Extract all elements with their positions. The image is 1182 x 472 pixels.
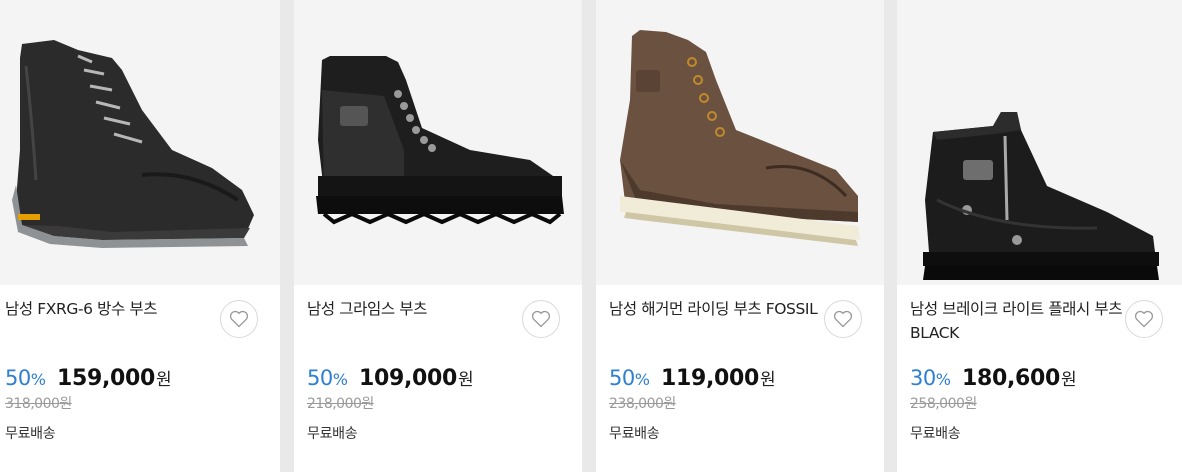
product-name[interactable]: 남성 브레이크 라이트 플래시 부츠 BLACK xyxy=(910,297,1125,345)
product-card[interactable]: 남성 FXRG-6 방수 부츠 50% 159,000 원 318,000원 무료… xyxy=(0,0,280,472)
sale-price: 159,000 xyxy=(56,366,156,391)
product-image[interactable] xyxy=(0,0,280,285)
original-price: 258,000원 xyxy=(910,396,977,412)
sale-price: 109,000 xyxy=(358,366,458,391)
price-row: 30% 180,600 원 xyxy=(910,365,1182,391)
currency-label: 원 xyxy=(458,370,474,390)
shipping-label: 무료배송 xyxy=(609,426,660,442)
boot-image-black-waterproof xyxy=(12,40,254,248)
shipping-label: 무료배송 xyxy=(910,426,961,442)
product-name[interactable]: 남성 해거먼 라이딩 부츠 FOSSIL xyxy=(609,297,824,345)
discount-percent: 50 xyxy=(5,366,31,390)
currency-label: 원 xyxy=(760,370,776,390)
product-card[interactable]: 남성 해거먼 라이딩 부츠 FOSSIL 50% 119,000 원 238,00… xyxy=(596,0,884,472)
price-row: 50% 119,000 원 xyxy=(609,365,884,391)
wishlist-button[interactable] xyxy=(522,300,560,338)
product-image[interactable] xyxy=(294,0,582,285)
discount-sign: % xyxy=(332,370,348,389)
currency-label: 원 xyxy=(1061,370,1077,390)
heart-outline-icon xyxy=(1134,310,1154,328)
discount-percent: 30 xyxy=(910,366,936,390)
discount-sign: % xyxy=(30,370,46,389)
heart-outline-icon xyxy=(229,310,249,328)
shipping-label: 무료배송 xyxy=(5,426,56,442)
original-price: 318,000원 xyxy=(5,396,72,412)
discount-percent: 50 xyxy=(307,366,333,390)
boot-image-black-zip-riding xyxy=(923,112,1159,280)
sale-price: 180,600 xyxy=(961,366,1061,391)
discount-sign: % xyxy=(935,370,951,389)
wishlist-button[interactable] xyxy=(1125,300,1163,338)
product-name[interactable]: 남성 FXRG-6 방수 부츠 xyxy=(5,297,220,345)
wishlist-button[interactable] xyxy=(824,300,862,338)
price-row: 50% 109,000 원 xyxy=(307,365,582,391)
heart-outline-icon xyxy=(833,310,853,328)
heart-outline-icon xyxy=(531,310,551,328)
sale-price: 119,000 xyxy=(660,366,760,391)
product-image[interactable] xyxy=(897,0,1182,285)
shipping-label: 무료배송 xyxy=(307,426,358,442)
currency-label: 원 xyxy=(156,370,172,390)
wishlist-button[interactable] xyxy=(220,300,258,338)
original-price: 238,000원 xyxy=(609,396,676,412)
discount-sign: % xyxy=(634,370,650,389)
discount-percent: 50 xyxy=(609,366,635,390)
original-price: 218,000원 xyxy=(307,396,374,412)
boot-image-black-lace-up xyxy=(316,56,564,225)
product-card[interactable]: 남성 브레이크 라이트 플래시 부츠 BLACK 30% 180,600 원 25… xyxy=(897,0,1182,472)
product-card[interactable]: 남성 그라임스 부츠 50% 109,000 원 218,000원 무료배송 xyxy=(294,0,582,472)
product-name[interactable]: 남성 그라임스 부츠 xyxy=(307,297,522,345)
boot-image-brown-moc-toe xyxy=(620,30,860,246)
price-row: 50% 159,000 원 xyxy=(5,365,280,391)
product-grid: 남성 FXRG-6 방수 부츠 50% 159,000 원 318,000원 무료… xyxy=(0,0,1182,472)
product-image[interactable] xyxy=(596,0,884,285)
